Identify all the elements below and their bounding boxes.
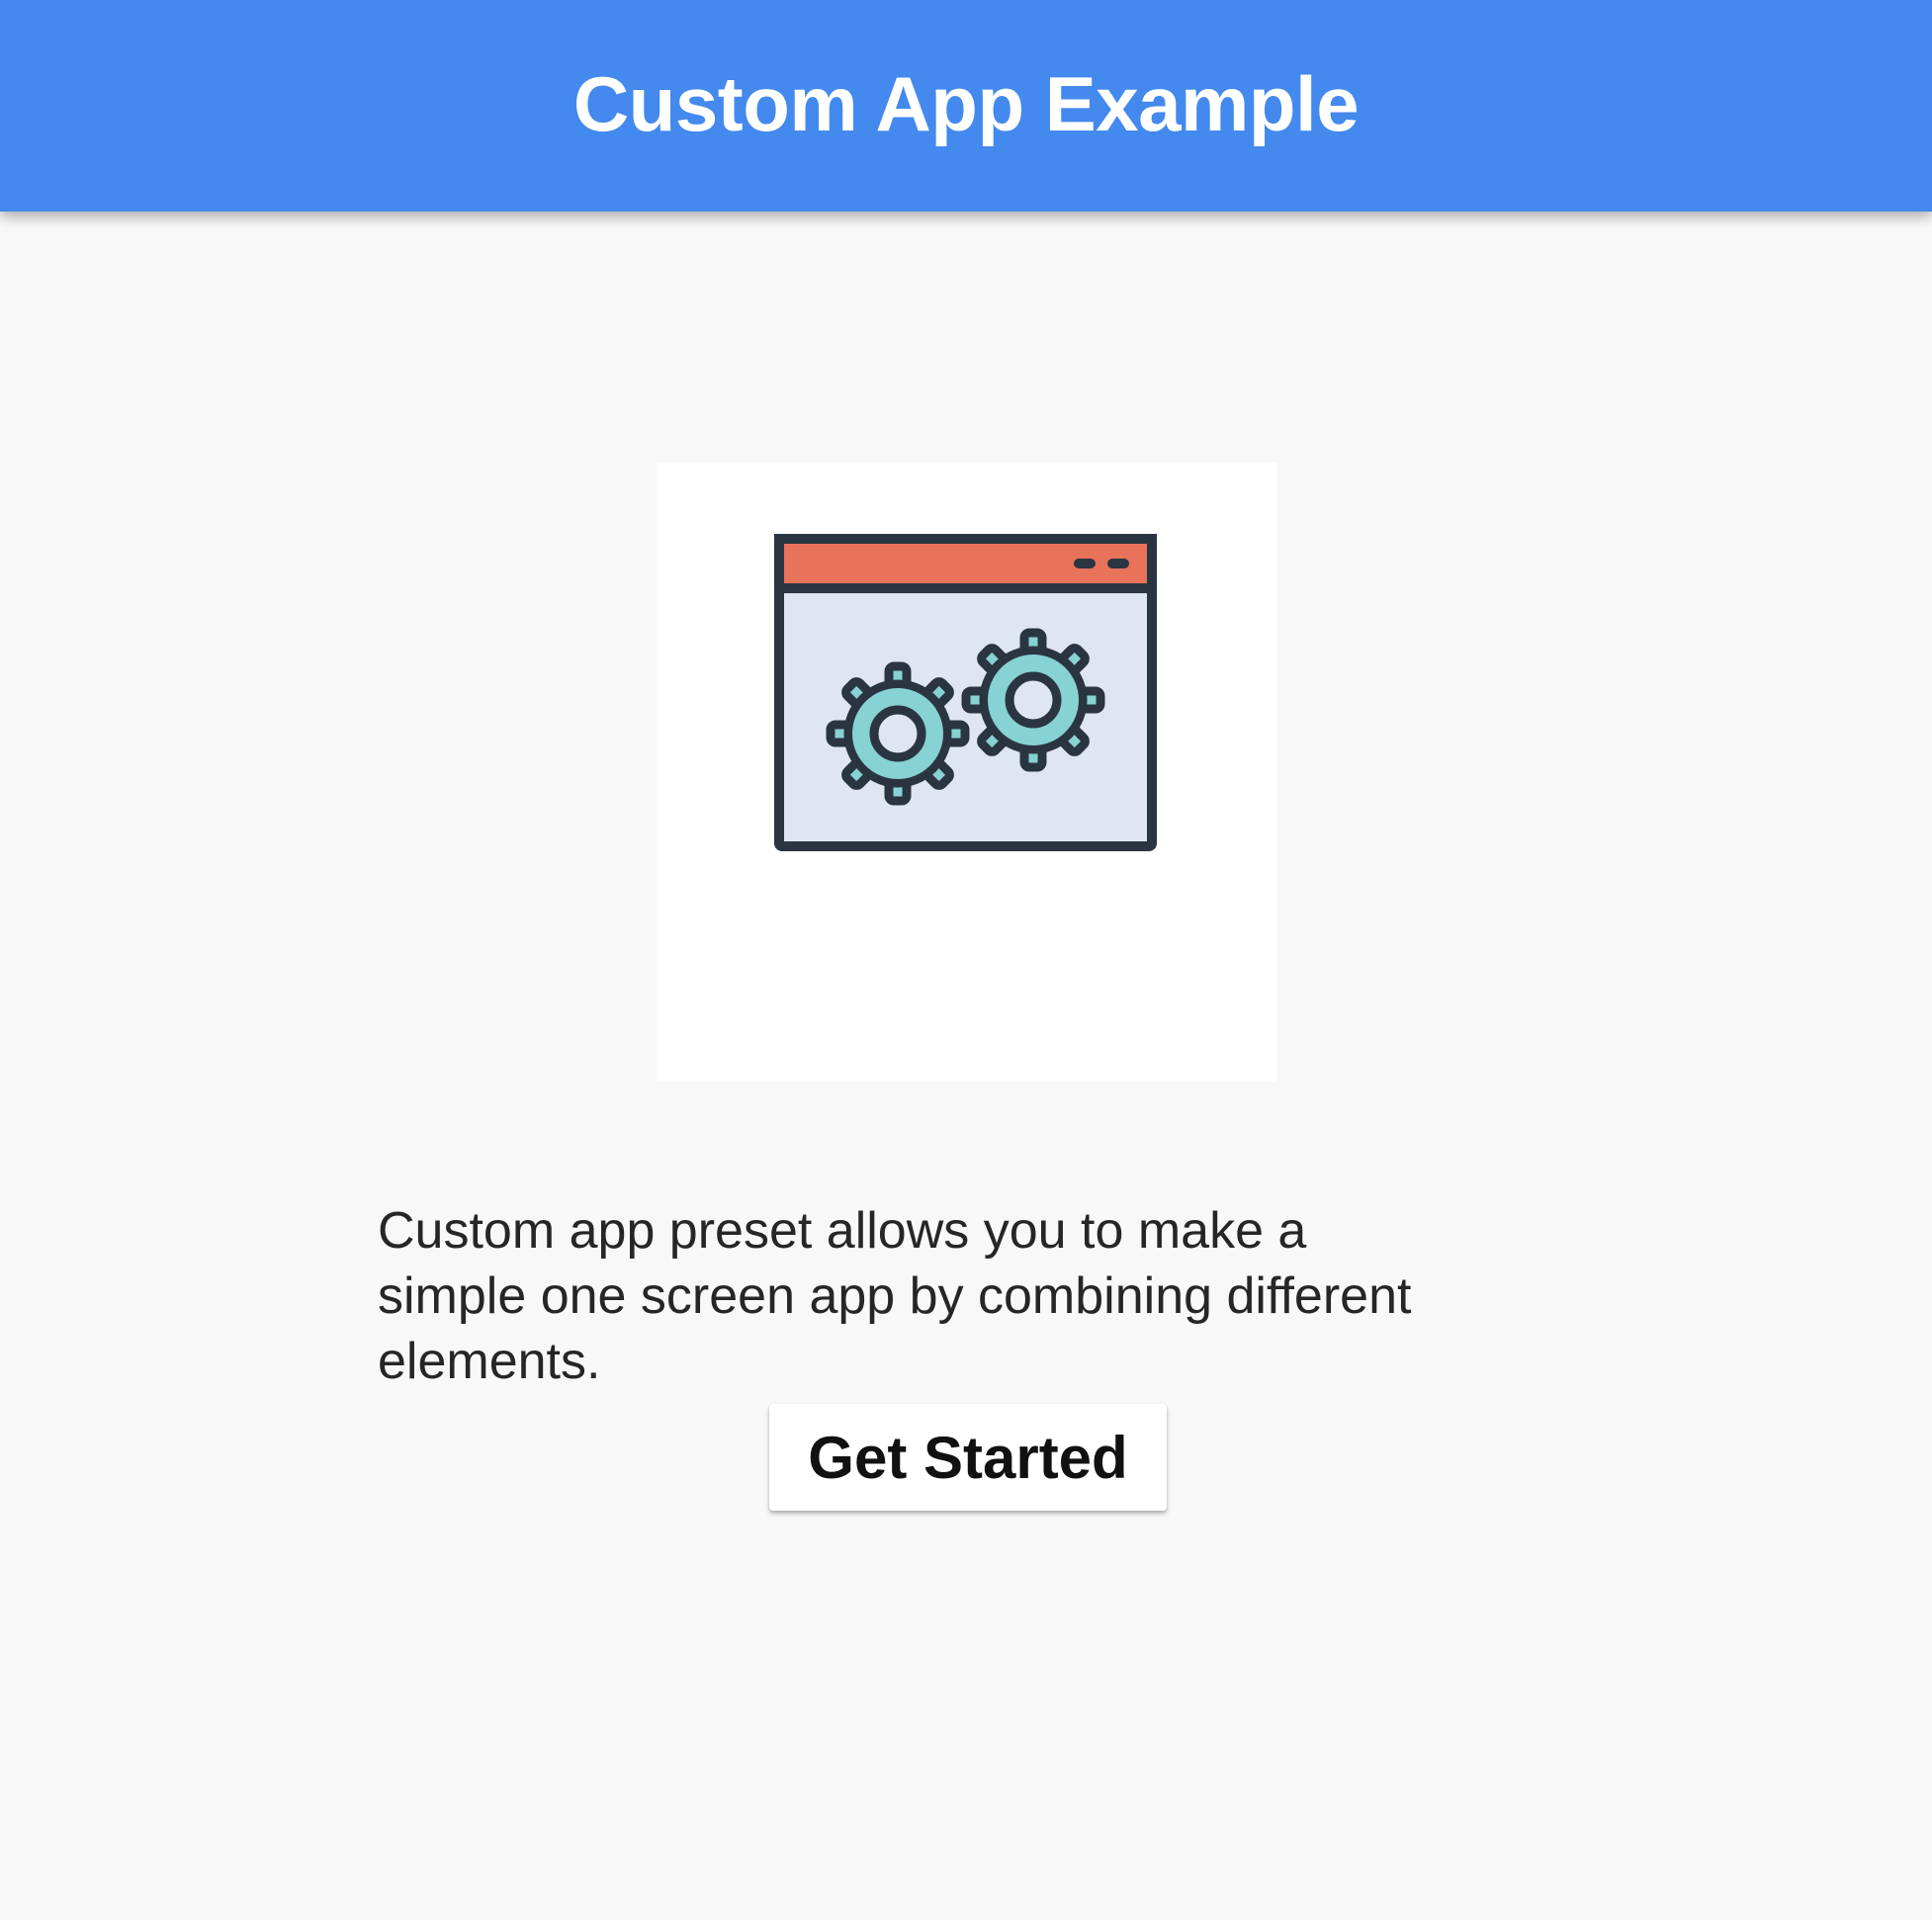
get-started-button[interactable]: Get Started (769, 1404, 1167, 1511)
preset-description: Custom app preset allows you to make a s… (378, 1202, 1412, 1390)
app-title: Custom App Example (572, 59, 1360, 147)
hero-image-card (657, 463, 1276, 1082)
app-bar: Custom App Example (0, 0, 1932, 212)
window-gears-icon (774, 534, 1157, 851)
